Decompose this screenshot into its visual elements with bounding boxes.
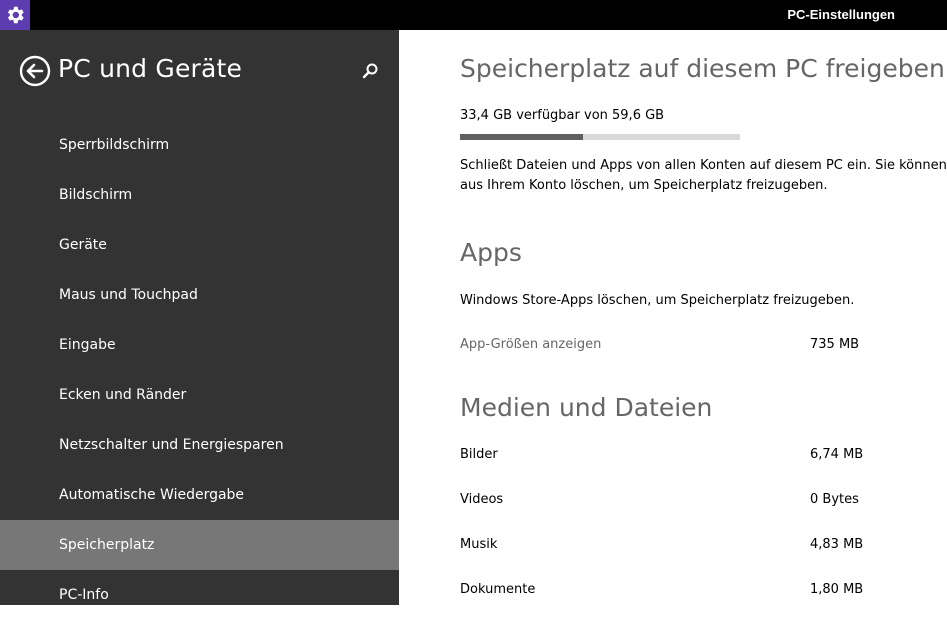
sidebar-item-ecken-raender[interactable]: Ecken und Ränder: [0, 370, 399, 420]
sidebar: PC und Geräte Sperrbildschirm Bildschirm…: [0, 30, 399, 605]
media-row-value: 4,83 MB: [810, 537, 864, 552]
main-content: Speicherplatz auf diesem PC freigeben 33…: [400, 30, 947, 605]
media-row-label[interactable]: Bilder: [460, 447, 498, 462]
media-row-label[interactable]: Dokumente: [460, 582, 535, 597]
sidebar-item-sperrbildschirm[interactable]: Sperrbildschirm: [0, 120, 399, 170]
media-row-value: 1,80 MB: [810, 582, 864, 597]
sidebar-item-netzschalter[interactable]: Netzschalter und Energiesparen: [0, 420, 399, 470]
storage-summary: 33,4 GB verfügbar von 59,6 GB: [460, 108, 665, 123]
storage-heading: Speicherplatz auf diesem PC freigeben: [460, 54, 945, 83]
sidebar-item-eingabe[interactable]: Eingabe: [0, 320, 399, 370]
media-heading: Medien und Dateien: [460, 393, 713, 422]
media-row-value: 6,74 MB: [810, 447, 864, 462]
sidebar-item-maus-touchpad[interactable]: Maus und Touchpad: [0, 270, 399, 320]
storage-description-line-1: Schließt Dateien und Apps von allen Kont…: [460, 158, 947, 173]
sidebar-item-pc-info[interactable]: PC-Info: [0, 570, 399, 620]
media-row-label[interactable]: Videos: [460, 492, 503, 507]
storage-description-line-2: aus Ihrem Konto löschen, um Speicherplat…: [460, 178, 828, 193]
search-icon[interactable]: [360, 61, 380, 81]
app-sizes-link[interactable]: App-Größen anzeigen: [460, 337, 601, 352]
back-arrow-icon[interactable]: [19, 55, 51, 87]
sidebar-item-speicherplatz[interactable]: Speicherplatz: [0, 520, 399, 570]
sidebar-title: PC und Geräte: [58, 54, 243, 83]
sidebar-item-automatische-wiedergabe[interactable]: Automatische Wiedergabe: [0, 470, 399, 520]
gear-icon[interactable]: [0, 0, 30, 30]
media-row-label[interactable]: Musik: [460, 537, 497, 552]
apps-description: Windows Store-Apps löschen, um Speicherp…: [460, 293, 855, 308]
title-bar: PC-Einstellungen: [0, 0, 947, 30]
app-sizes-value: 735 MB: [810, 337, 860, 352]
storage-progress-fill: [460, 134, 584, 140]
media-row-value: 0 Bytes: [810, 492, 859, 507]
storage-progress-bar: [460, 134, 740, 140]
apps-heading: Apps: [460, 238, 522, 267]
sidebar-item-bildschirm[interactable]: Bildschirm: [0, 170, 399, 220]
sidebar-item-geraete[interactable]: Geräte: [0, 220, 399, 270]
storage-description: Schließt Dateien und Apps von allen Kont…: [460, 156, 947, 196]
window-title: PC-Einstellungen: [787, 7, 895, 22]
